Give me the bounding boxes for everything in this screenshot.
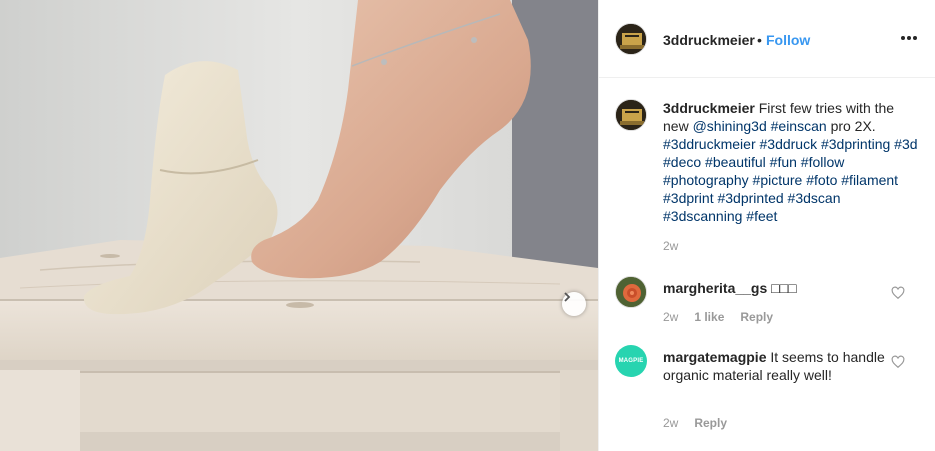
hashtag[interactable]: #3dprinted: [717, 190, 783, 206]
comment-meta: 2w Reply: [663, 416, 727, 430]
comment-likes[interactable]: 1 like: [694, 310, 724, 324]
heart-icon[interactable]: [891, 286, 905, 300]
author-username[interactable]: 3ddruckmeier: [663, 32, 755, 48]
hashtag[interactable]: #3ddruck: [760, 136, 818, 152]
comment-body: □□□: [771, 280, 797, 296]
caption-body-tail: pro 2X.: [830, 118, 876, 134]
reply-button[interactable]: Reply: [740, 310, 773, 324]
separator-dot: •: [757, 32, 762, 48]
post-photo[interactable]: [0, 0, 598, 451]
comment-meta: 2w 1 like Reply: [663, 310, 773, 324]
heart-icon[interactable]: [891, 355, 905, 369]
follow-button[interactable]: Follow: [766, 32, 810, 48]
hashtag[interactable]: #feet: [746, 208, 777, 224]
chevron-right-icon: [564, 292, 571, 302]
post-sidebar: 3ddruckmeier • Follow 3ddruckmeier First…: [598, 0, 935, 451]
hashtag[interactable]: #beautiful: [705, 154, 766, 170]
avatar-logo-text: MAGPIE: [618, 358, 644, 364]
hashtag[interactable]: #3dscan: [788, 190, 841, 206]
post-header: 3ddruckmeier • Follow: [599, 0, 935, 78]
hashtag[interactable]: #3dscanning: [663, 208, 742, 224]
hashtag[interactable]: #filament: [841, 172, 898, 188]
hashtag[interactable]: #foto: [806, 172, 837, 188]
hashtag[interactable]: #follow: [801, 154, 845, 170]
caption-username[interactable]: 3ddruckmeier: [663, 100, 755, 116]
commenter-avatar[interactable]: MAGPIE: [615, 345, 647, 377]
reply-button[interactable]: Reply: [694, 416, 727, 430]
comment-username[interactable]: margatemagpie: [663, 349, 766, 365]
comment-timestamp[interactable]: 2w: [663, 310, 678, 324]
hashtag[interactable]: #picture: [753, 172, 803, 188]
hashtag[interactable]: #einscan: [771, 118, 827, 134]
photo-artwork: [0, 0, 598, 451]
hashtag[interactable]: #3ddruckmeier: [663, 136, 756, 152]
caption-text: 3ddruckmeier First few tries with the ne…: [663, 99, 918, 225]
mention-link[interactable]: @shining3d: [693, 118, 767, 134]
hashtag[interactable]: #3dprinting: [821, 136, 890, 152]
hashtag[interactable]: #3dprint: [663, 190, 714, 206]
caption-timestamp[interactable]: 2w: [663, 239, 678, 253]
author-avatar[interactable]: [615, 23, 647, 55]
hashtag[interactable]: #fun: [770, 154, 797, 170]
next-photo-button[interactable]: [562, 292, 586, 316]
comment-timestamp[interactable]: 2w: [663, 416, 678, 430]
comment-username[interactable]: margherita__gs: [663, 280, 767, 296]
instagram-post: 3ddruckmeier • Follow 3ddruckmeier First…: [0, 0, 935, 451]
hashtag[interactable]: #deco: [663, 154, 701, 170]
comment-text: margherita__gs □□□: [663, 279, 918, 297]
hashtag[interactable]: #3d: [894, 136, 917, 152]
hashtag[interactable]: #photography: [663, 172, 749, 188]
more-horizontal-icon[interactable]: [899, 28, 919, 48]
comment-text: margatemagpie It seems to handle organic…: [663, 348, 918, 384]
commenter-avatar[interactable]: [615, 276, 647, 308]
caption-avatar[interactable]: [615, 99, 647, 131]
